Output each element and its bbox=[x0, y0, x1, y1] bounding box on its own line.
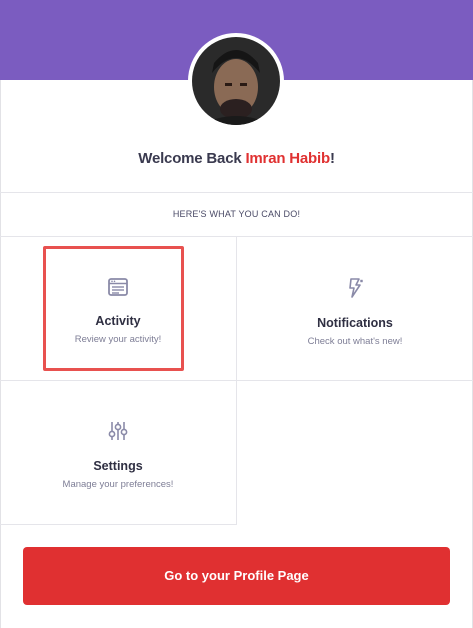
divider bbox=[0, 192, 473, 193]
welcome-message: Welcome Back Imran Habib! bbox=[0, 150, 473, 167]
tile-subtitle: Check out what's new! bbox=[307, 336, 403, 347]
tile-title: Notifications bbox=[317, 316, 393, 330]
browser-window-icon bbox=[0, 277, 236, 302]
tile-title: Settings bbox=[93, 459, 143, 473]
intro-heading: HERE'S WHAT YOU CAN DO! bbox=[172, 209, 301, 219]
tile-notifications[interactable]: Notifications Check out what's new! bbox=[237, 277, 473, 347]
grid-divider-horizontal bbox=[0, 380, 473, 381]
grid-divider-bottom bbox=[0, 524, 237, 525]
user-name: Imran Habib bbox=[245, 150, 330, 167]
tile-activity[interactable]: Activity Review your activity! bbox=[0, 277, 236, 345]
profile-page-button[interactable]: Go to your Profile Page bbox=[23, 547, 450, 605]
sliders-icon bbox=[0, 420, 236, 447]
avatar bbox=[188, 33, 284, 129]
welcome-suffix: ! bbox=[329, 150, 335, 167]
tile-settings[interactable]: Settings Manage your preferences! bbox=[0, 420, 236, 490]
lightning-bolt-icon bbox=[237, 277, 473, 304]
tile-title: Activity bbox=[95, 314, 141, 328]
welcome-prefix: Welcome Back bbox=[138, 150, 242, 167]
avatar-photo bbox=[192, 37, 280, 125]
tile-subtitle: Manage your preferences! bbox=[62, 479, 174, 490]
tile-subtitle: Review your activity! bbox=[74, 334, 162, 345]
